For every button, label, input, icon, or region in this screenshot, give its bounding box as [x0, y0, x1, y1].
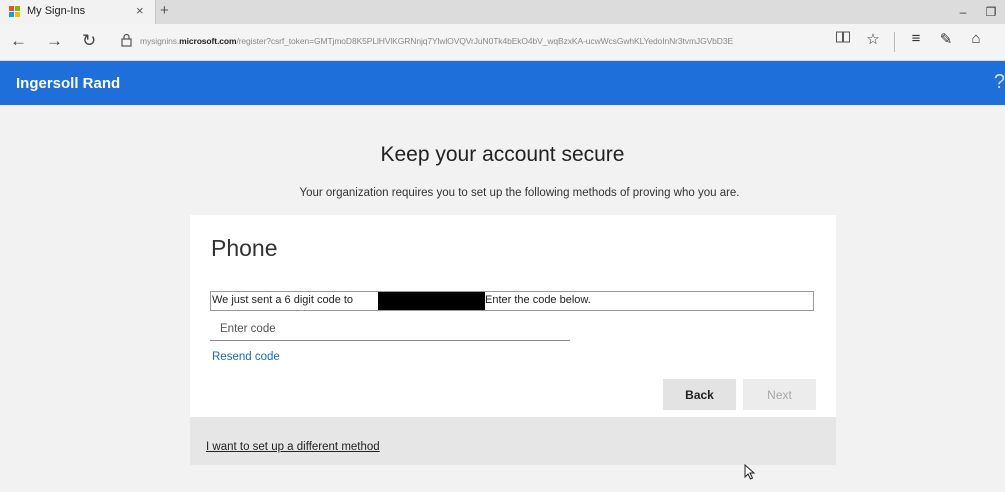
help-icon[interactable]: ?	[994, 71, 1005, 94]
url-domain: microsoft.com	[179, 36, 237, 46]
back-button[interactable]: Back	[663, 379, 736, 410]
different-method-link[interactable]: I want to set up a different method	[206, 441, 380, 453]
code-sent-message: We just sent a 6 digit code to Enter the…	[210, 291, 814, 311]
lock-icon	[121, 33, 132, 50]
phone-setup-card: Phone We just sent a 6 digit code to Ent…	[190, 215, 836, 465]
tab-title: My Sign-Ins	[27, 5, 86, 17]
url-prefix: mysignins.	[140, 36, 180, 46]
toolbar-divider	[894, 32, 895, 52]
minimize-icon[interactable]: –	[949, 0, 977, 24]
share-icon[interactable]: ⌂	[961, 30, 991, 54]
card-heading: Phone	[211, 235, 278, 261]
verification-code-input[interactable]	[210, 317, 570, 341]
new-tab-icon[interactable]: +	[160, 2, 169, 19]
close-tab-icon[interactable]: ×	[136, 3, 144, 18]
reading-view-icon[interactable]	[828, 30, 858, 54]
web-note-icon[interactable]: ✎	[931, 30, 961, 54]
refresh-icon[interactable]: ↻	[82, 31, 96, 51]
organization-name: Ingersoll Rand	[16, 75, 121, 92]
redacted-phone-number	[378, 292, 485, 310]
restore-icon[interactable]: ❐	[977, 0, 1005, 24]
more-icon[interactable]: ·	[991, 30, 1005, 54]
favorite-star-icon[interactable]: ☆	[858, 30, 888, 54]
message-text-end: Enter the code below.	[485, 294, 591, 306]
main-content: Keep your account secure Your organizati…	[0, 105, 1005, 492]
address-bar: ← → ↻ mysignins.microsoft.com/register?c…	[0, 24, 1005, 61]
browser-tab[interactable]: My Sign-Ins ×	[0, 0, 156, 24]
back-arrow-icon[interactable]: ←	[10, 31, 27, 51]
browser-toolbar-icons: ☆ ≡ ✎ ⌂ ·	[828, 30, 1005, 54]
page-subtitle: Your organization requires you to set up…	[299, 187, 740, 199]
next-button[interactable]: Next	[743, 379, 816, 410]
hub-icon[interactable]: ≡	[901, 30, 931, 54]
forward-arrow-icon[interactable]: →	[46, 31, 63, 51]
window-controls: – ❐	[949, 0, 1005, 24]
mouse-cursor-icon	[744, 463, 756, 483]
microsoft-logo-icon	[9, 6, 20, 17]
resend-code-link[interactable]: Resend code	[212, 351, 280, 363]
page-header: Ingersoll Rand ?	[0, 61, 1005, 105]
page-title: Keep your account secure	[380, 143, 625, 166]
url-path: /register?csrf_token=GMTjmoD8K5PLlHVlKGR…	[236, 36, 734, 46]
browser-tab-bar: My Sign-Ins × + – ❐	[0, 0, 1005, 24]
url-field[interactable]: mysignins.microsoft.com/register?csrf_to…	[140, 36, 822, 46]
message-text-start: We just sent a 6 digit code to	[212, 294, 354, 306]
